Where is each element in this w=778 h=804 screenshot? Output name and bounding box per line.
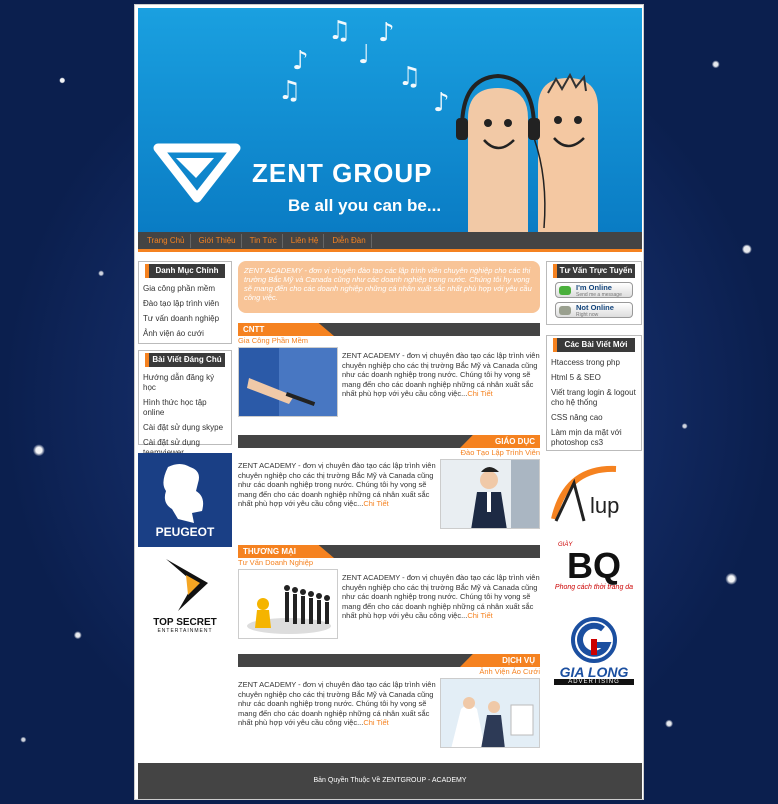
alup-label: lup xyxy=(590,493,620,518)
page: ♫ ♪ ♩ ♫ ♪ ♫ ♪ ZENT GROUP Be all you can … xyxy=(134,4,644,800)
menu-item-training[interactable]: Đào tạo lập trình viên xyxy=(143,297,227,312)
recent-post-css[interactable]: CSS nâng cao xyxy=(551,411,637,426)
online-support-box: Tư Vấn Trực Tuyến I'm Online Send me a m… xyxy=(546,261,642,325)
music-notes-graphic: ♫ ♪ ♩ ♫ ♪ ♫ ♪ xyxy=(278,16,450,118)
gia-long-logo-icon xyxy=(571,617,617,663)
read-more-link[interactable]: Chi Tiết xyxy=(467,611,492,620)
dich-vu-thumbnail[interactable] xyxy=(440,678,540,748)
top-secret-ad[interactable]: TOP SECRET ENTERTAINMENT xyxy=(138,555,232,647)
read-more-link[interactable]: Chi Tiết xyxy=(363,718,388,727)
article-giao-duc: ZENT ACADEMY - đơn vị chuyên đào tạo các… xyxy=(238,461,436,508)
article-cntt: ZENT ACADEMY - đơn vị chuyên đào tạo các… xyxy=(342,351,540,398)
alup-ad[interactable]: lup xyxy=(546,457,642,537)
main-menu-box: Danh Mục Chính Gia công phần mềm Đào tạo… xyxy=(138,261,232,344)
offline-icon xyxy=(559,306,571,315)
cntt-thumbnail[interactable] xyxy=(238,347,338,417)
tagline: Be all you can be... xyxy=(288,196,442,215)
nav-about[interactable]: Giới Thiệu xyxy=(194,233,242,248)
menu-item-consulting[interactable]: Tư vấn doanh nghiệp xyxy=(143,312,227,327)
featured-posts-box: Bài Viết Đáng Chú Ý Hướng dẫn đăng ký họ… xyxy=(138,350,232,457)
bq-label: BQ xyxy=(567,545,621,586)
menu-item-wedding[interactable]: Ảnh viện áo cưới xyxy=(143,327,227,342)
bq-ad[interactable]: GIÀY BQ Phong cách thời trang da xyxy=(546,542,642,612)
gia-long-label: GIA LONG xyxy=(559,664,629,680)
menu-item-software[interactable]: Gia công phần mềm xyxy=(143,282,227,297)
main-nav: Trang Chủ Giới Thiệu Tin Tức Liên Hệ Diễ… xyxy=(138,232,642,252)
article-thuong-mai: ZENT ACADEMY - đơn vị chuyên đào tạo các… xyxy=(342,573,540,620)
offline-status-button[interactable]: Not Online Right now xyxy=(555,302,633,318)
featured-item-skype[interactable]: Cài đặt sử dụng skype xyxy=(143,421,227,436)
recent-posts-box: Các Bài Viết Mới Htaccess trong php Html… xyxy=(546,335,642,451)
read-more-link[interactable]: Chi Tiết xyxy=(467,389,492,398)
thuong-mai-thumbnail[interactable] xyxy=(238,569,338,639)
giao-duc-thumbnail[interactable] xyxy=(440,459,540,529)
online-status-button[interactable]: I'm Online Send me a message xyxy=(555,282,633,298)
main-menu-title: Danh Mục Chính xyxy=(145,264,225,278)
section-subtitle[interactable]: Gia Công Phần Mềm xyxy=(238,336,540,346)
bq-slogan: Phong cách thời trang da xyxy=(554,584,634,591)
section-thuong-mai: THƯƠNG MẠI Tư Vấn Doanh Nghiệp ZENT ACAD… xyxy=(238,545,540,645)
section-cntt: CNTT Gia Công Phần Mềm ZENT ACADEMY - đơ… xyxy=(238,323,540,423)
featured-item-online[interactable]: Hình thức học tập online xyxy=(143,396,227,421)
recent-posts-title: Các Bài Viết Mới xyxy=(553,338,635,352)
top-secret-logo-icon xyxy=(166,559,208,611)
smiling-fingers-graphic xyxy=(456,72,598,232)
section-subtitle[interactable]: Đào Tạo Lập Trình Viên xyxy=(238,448,540,458)
section-giao-duc: GIÁO DỤC Đào Tạo Lập Trình Viên ZENT ACA… xyxy=(238,435,540,535)
online-support-title: Tư Vấn Trực Tuyến xyxy=(553,264,635,278)
recent-post-photoshop[interactable]: Làm mịn da mặt với photoshop cs3 xyxy=(551,426,637,451)
recent-post-login[interactable]: Viết trang login & logout cho hệ thống xyxy=(551,386,637,411)
gia-long-ad[interactable]: GIA LONG ADVERTISING xyxy=(546,617,642,697)
section-title: DỊCH VỤ xyxy=(460,654,540,667)
entertainment-label: ENTERTAINMENT xyxy=(157,628,213,634)
nav-news[interactable]: Tin Tức xyxy=(245,233,283,248)
section-title: GIÁO DỤC xyxy=(460,435,540,448)
featured-item-register[interactable]: Hướng dẫn đăng ký học xyxy=(143,371,227,396)
header-banner: ♫ ♪ ♩ ♫ ♪ ♫ ♪ ZENT GROUP Be all you can … xyxy=(138,8,642,232)
recent-post-htaccess[interactable]: Htaccess trong php xyxy=(551,356,637,371)
recent-post-html5[interactable]: Html 5 & SEO xyxy=(551,371,637,386)
zent-logo-icon xyxy=(153,143,241,203)
footer: Bản Quyền Thuộc Về ZENTGROUP - ACADEMY xyxy=(138,763,642,799)
nav-contact[interactable]: Liên Hệ xyxy=(286,233,325,248)
section-title: THƯƠNG MẠI xyxy=(238,545,334,558)
intro-text: ZENT ACADEMY - đơn vị chuyên đào tạo các… xyxy=(238,261,540,313)
section-dich-vu: DỊCH VỤ Ảnh Viện Áo Cưới ZENT ACADEMY - … xyxy=(238,654,540,754)
read-more-link[interactable]: Chi Tiết xyxy=(363,499,388,508)
online-icon xyxy=(559,286,571,295)
featured-posts-title: Bài Viết Đáng Chú Ý xyxy=(145,353,225,378)
peugeot-ad[interactable]: PEUGEOT xyxy=(138,453,232,547)
nav-home[interactable]: Trang Chủ xyxy=(142,233,191,248)
peugeot-label: PEUGEOT xyxy=(155,525,215,539)
section-title: CNTT xyxy=(238,323,334,336)
top-secret-label: TOP SECRET xyxy=(153,617,217,628)
brand-name: ZENT GROUP xyxy=(252,158,433,188)
section-subtitle[interactable]: Ảnh Viện Áo Cưới xyxy=(238,667,540,677)
section-subtitle[interactable]: Tư Vấn Doanh Nghiệp xyxy=(238,558,540,568)
nav-forum[interactable]: Diễn Đàn xyxy=(327,233,372,248)
copyright-text: Bản Quyền Thuộc Về ZENTGROUP - ACADEMY xyxy=(313,777,467,784)
article-dich-vu: ZENT ACADEMY - đơn vị chuyên đào tạo các… xyxy=(238,680,436,727)
